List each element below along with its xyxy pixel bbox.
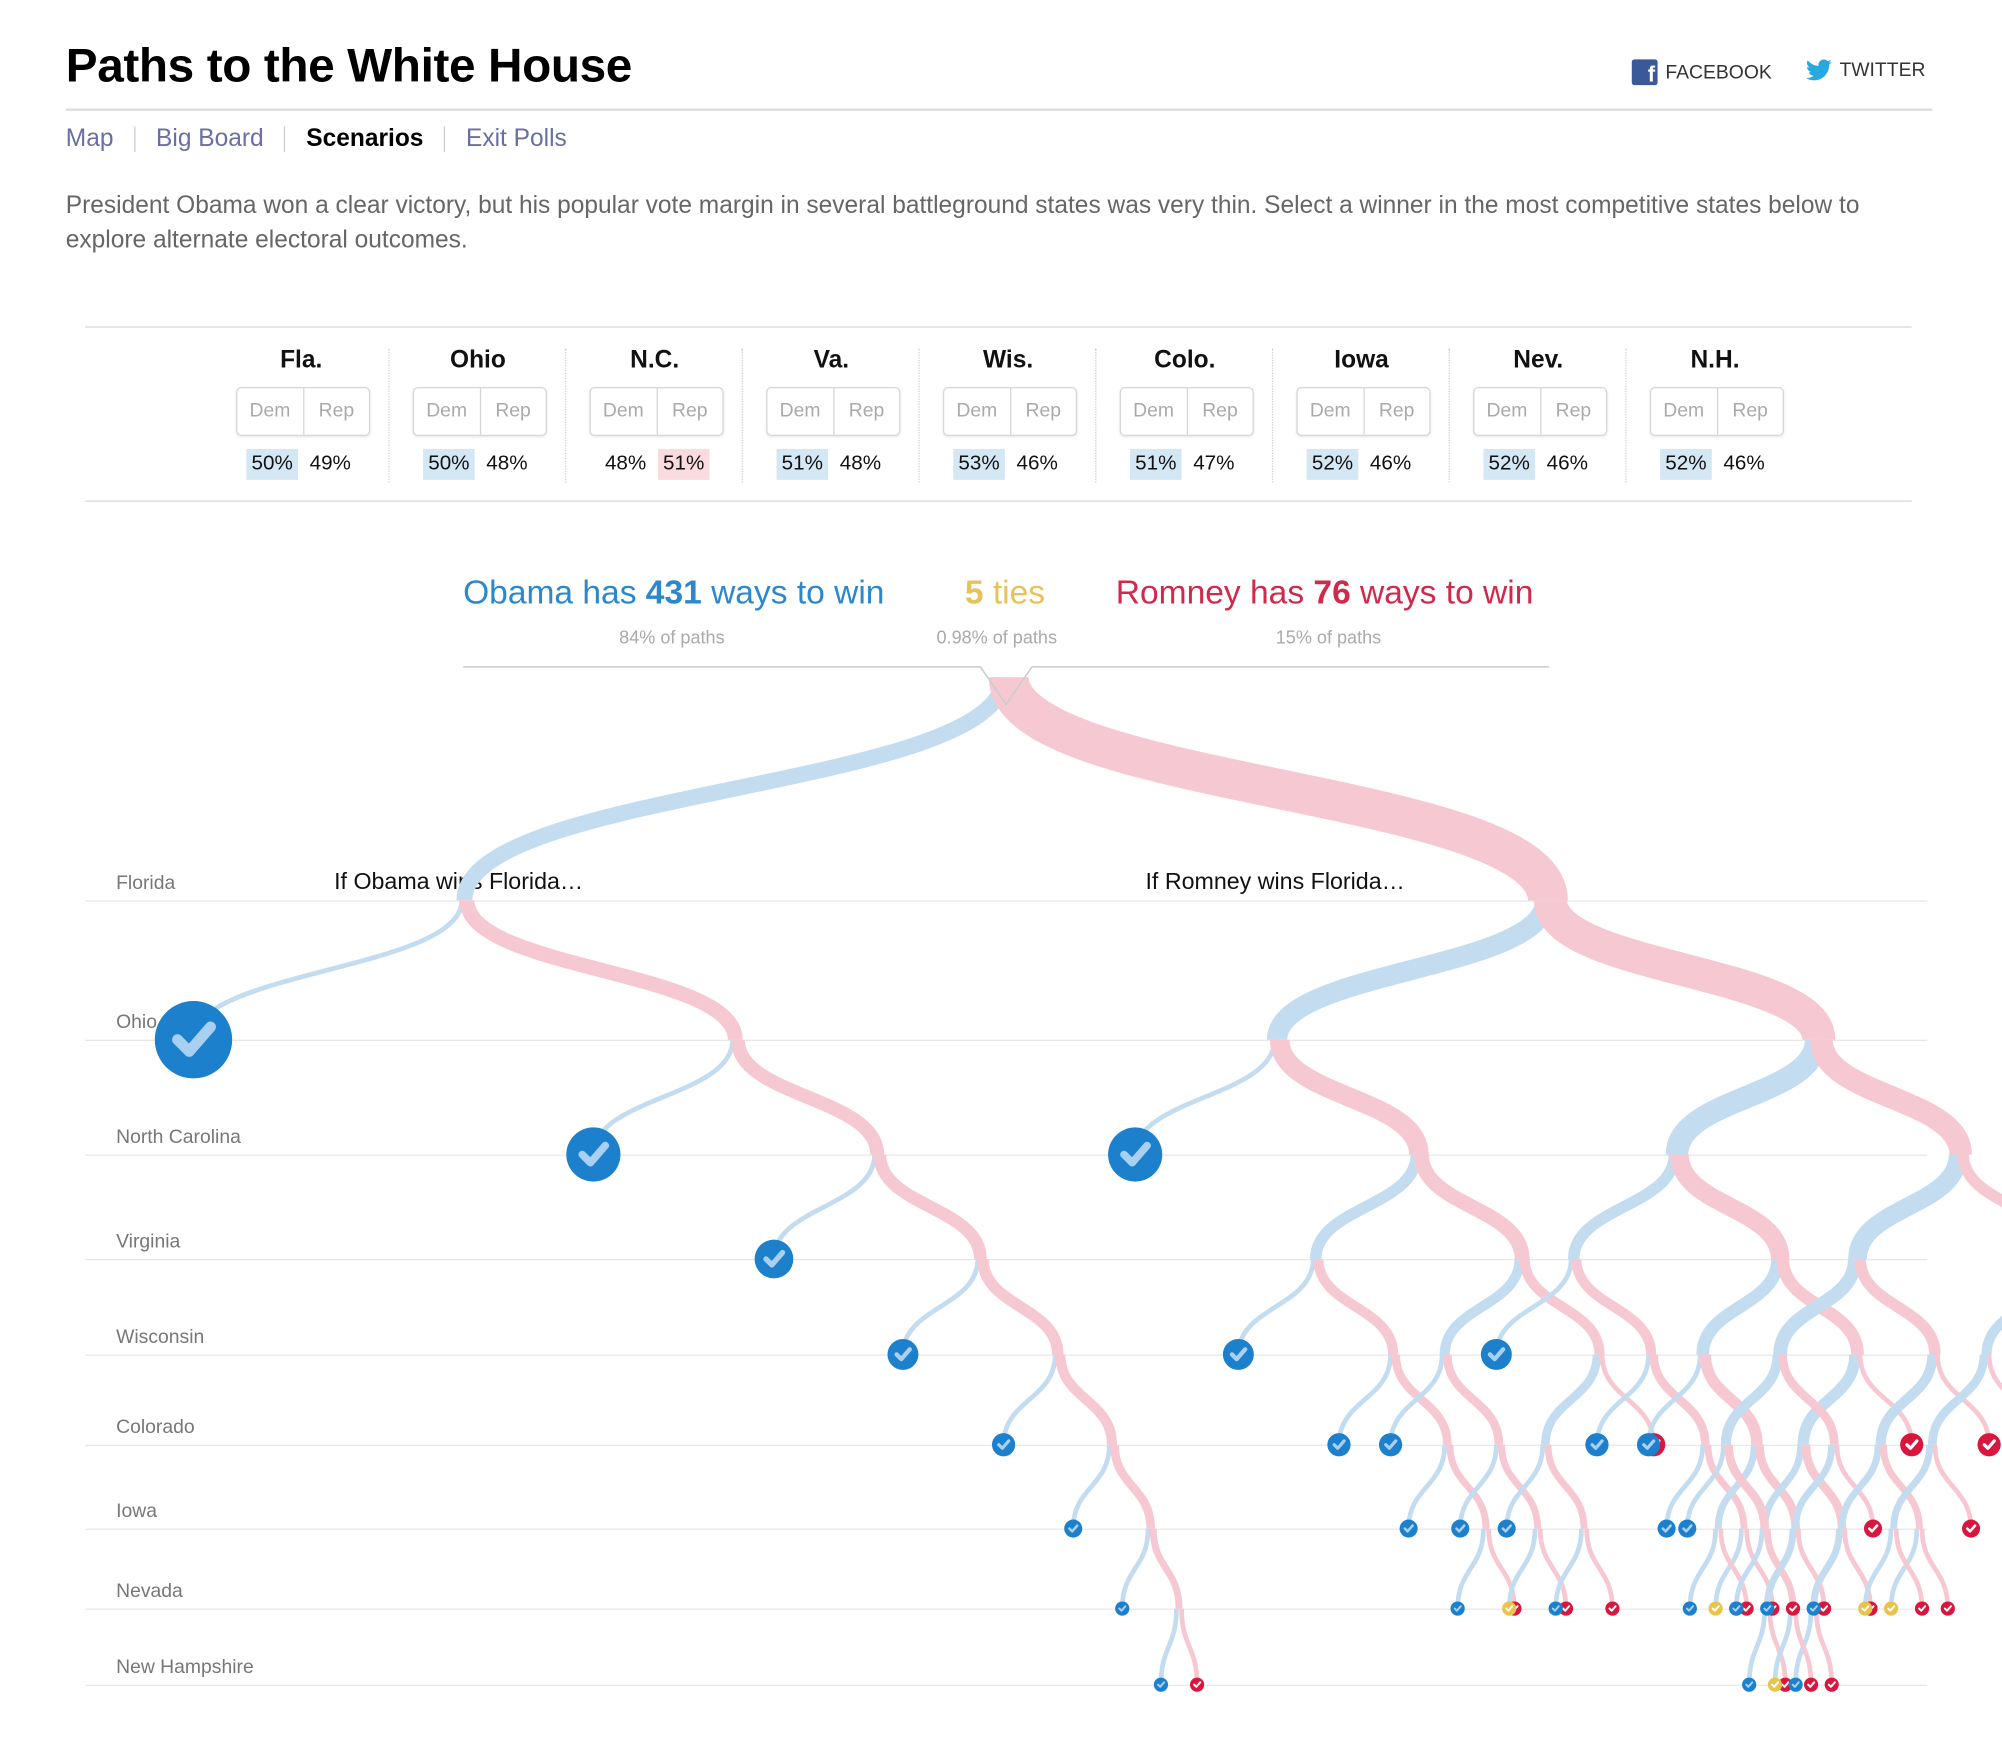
obama-win-icon — [1497, 1519, 1516, 1538]
rep-branch — [1269, 1038, 1429, 1156]
obama-win-icon — [1682, 1601, 1697, 1616]
obama-win-icon — [1729, 1601, 1744, 1616]
rep-branch — [1055, 1354, 1118, 1446]
obama-win-icon — [754, 1239, 794, 1279]
obama-win-icon — [887, 1338, 919, 1370]
obama-win-icon — [1327, 1433, 1351, 1457]
obama-win-icon — [1806, 1601, 1821, 1616]
tree-branches — [191, 666, 2002, 1685]
rep-branch — [1854, 1258, 1941, 1355]
rep-branch — [1537, 1528, 1569, 1609]
rep-branch — [1932, 1444, 1974, 1529]
obama-win-icon — [1108, 1127, 1163, 1182]
rep-branch — [1179, 1608, 1200, 1685]
dem-branch — [1981, 1315, 2002, 1355]
romney-win-icon — [1605, 1601, 1620, 1616]
rep-branch — [1810, 1038, 1972, 1157]
rep-branch — [1584, 1528, 1615, 1609]
dem-branch — [1541, 1354, 1602, 1446]
rep-branch — [1110, 1444, 1155, 1529]
dem-branch — [1665, 1038, 1828, 1157]
rep-branch — [977, 1258, 1064, 1355]
romney-win-icon — [1785, 1601, 1801, 1616]
romney-win-icon — [1824, 1677, 1839, 1692]
rep-branch — [459, 899, 743, 1041]
obama-win-icon — [1064, 1519, 1083, 1538]
dem-branch — [1848, 1153, 1968, 1261]
romney-win-icon — [1189, 1677, 1205, 1692]
romney-win-icon — [1977, 1433, 2001, 1457]
dem-branch — [771, 1154, 877, 1260]
dem-branch — [1687, 1528, 1719, 1609]
dem-branch — [1336, 1354, 1393, 1445]
scenario-tree — [154, 666, 2002, 1692]
tie-icon — [1883, 1601, 1899, 1616]
tie-icon — [1502, 1601, 1517, 1616]
tie-icon — [1708, 1601, 1723, 1616]
dem-branch — [900, 1258, 981, 1355]
obama-win-icon — [1450, 1601, 1465, 1616]
romney-win-icon — [1803, 1677, 1819, 1692]
obama-win-icon — [566, 1127, 621, 1182]
dem-branch — [1406, 1444, 1448, 1529]
rep-branch — [1813, 1608, 1835, 1685]
rep-branch — [1313, 1258, 1399, 1355]
romney-win-icon — [1940, 1601, 1955, 1616]
romney-win-icon — [1914, 1601, 1930, 1616]
dem-branch — [1439, 1258, 1525, 1355]
obama-win-icon — [1548, 1601, 1563, 1616]
dem-branch — [1235, 1258, 1316, 1355]
dem-branch — [191, 900, 465, 1040]
obama-win-icon — [1636, 1433, 1661, 1457]
dem-branch — [1119, 1528, 1151, 1609]
tie-icon — [1767, 1677, 1783, 1692]
rep-branch — [1571, 1258, 1657, 1355]
romney-win-icon — [1962, 1519, 1981, 1538]
dem-branch — [1696, 1258, 1784, 1356]
dem-branch — [1553, 1528, 1584, 1609]
rep-branch — [1957, 1153, 2002, 1208]
obama-win-icon — [1480, 1338, 1512, 1370]
rep-branch — [1670, 1153, 1790, 1261]
rep-branch — [1534, 897, 1836, 1043]
obama-win-icon — [1153, 1677, 1169, 1692]
dem-branch — [1266, 898, 1556, 1042]
obama-win-icon — [1678, 1519, 1697, 1538]
obama-win-icon — [1451, 1519, 1470, 1538]
obama-win-icon — [1657, 1519, 1676, 1538]
obama-win-icon — [1399, 1519, 1418, 1538]
dem-branch — [1158, 1608, 1179, 1685]
obama-win-icon — [1742, 1677, 1757, 1692]
rep-branch — [1414, 1153, 1530, 1260]
dem-branch — [1567, 1153, 1681, 1260]
dem-branch — [456, 676, 1012, 902]
obama-win-icon — [1378, 1433, 1403, 1457]
dem-branch — [1664, 1444, 1706, 1529]
rep-branch — [988, 674, 1568, 904]
dem-branch — [1455, 1528, 1486, 1609]
obama-win-icon — [991, 1433, 1016, 1457]
dem-branch — [1001, 1354, 1058, 1445]
romney-win-icon — [1863, 1519, 1883, 1538]
obama-win-icon — [1222, 1338, 1254, 1370]
rep-branch — [1149, 1528, 1183, 1609]
dem-branch — [1309, 1153, 1423, 1260]
romney-win-icon — [1900, 1433, 1924, 1457]
rep-branch — [730, 1038, 885, 1156]
rep-branch — [873, 1153, 987, 1260]
rep-branch — [1986, 1354, 2002, 1391]
rep-branch — [1919, 1528, 1951, 1609]
tie-icon — [1858, 1601, 1873, 1616]
obama-win-icon — [1760, 1601, 1775, 1616]
obama-win-icon — [154, 1001, 233, 1079]
obama-win-icon — [1115, 1601, 1130, 1616]
dem-branch — [1070, 1444, 1112, 1529]
obama-win-icon — [1585, 1433, 1609, 1457]
obama-win-icon — [1788, 1677, 1803, 1692]
rep-branch — [1544, 1444, 1588, 1529]
dem-branch — [1746, 1608, 1768, 1685]
